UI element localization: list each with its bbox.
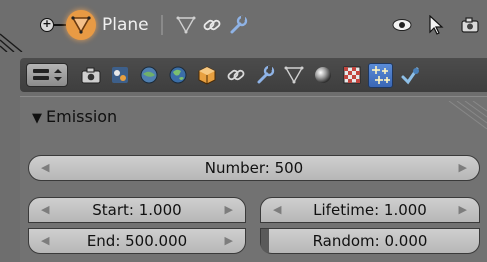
object-header: + Plane [0,0,487,54]
constraints-link-icon[interactable] [223,63,248,88]
panel-menu-icon[interactable] [26,63,68,87]
number-field[interactable]: ◀ Number: 500 ▶ [28,155,480,181]
scene-icon[interactable] [136,63,161,88]
emission-panel: ▼ Emission ◀ Number: 500 ▶ ◀ Start: 1.000… [20,96,487,262]
material-sphere-icon[interactable] [310,63,335,88]
camera-icon[interactable] [459,14,481,36]
area-split-corner-icon[interactable] [0,30,26,52]
plus-icon[interactable]: + [40,18,54,32]
header-right-icons [385,10,487,40]
eye-icon[interactable] [391,14,413,36]
decrement-arrow-icon[interactable]: ◀ [273,203,281,216]
render-layers-icon[interactable] [107,63,132,88]
increment-arrow-icon[interactable]: ▶ [459,161,467,174]
object-cube-icon[interactable] [194,63,219,88]
modifiers-wrench-icon[interactable] [252,63,277,88]
panel-title[interactable]: ▼ Emission [32,107,117,126]
mesh-data-icon[interactable] [281,63,306,88]
lifetime-field-label: Lifetime: 1.000 [313,201,427,219]
random-slider-fill [261,229,269,253]
number-field-label: Number: 500 [204,159,304,177]
object-breadcrumb: + Plane [40,8,253,42]
increment-arrow-icon[interactable]: ▶ [225,203,233,216]
properties-context-tabs [20,58,487,92]
decrement-arrow-icon[interactable]: ◀ [41,203,49,216]
start-field[interactable]: ◀ Start: 1.000 ▶ [28,197,246,223]
physics-icon[interactable] [397,63,422,88]
panel-title-label: Emission [46,107,118,126]
mesh-data-icon[interactable] [175,14,197,36]
panel-drag-handle-icon[interactable] [447,101,487,129]
render-camera-icon[interactable] [78,63,103,88]
cursor-arrow-icon[interactable] [425,14,447,36]
object-name[interactable]: Plane [102,15,149,35]
start-field-label: Start: 1.000 [92,201,182,219]
texture-checker-icon[interactable] [339,63,364,88]
end-field-label: End: 500.000 [86,232,188,250]
increment-arrow-icon[interactable]: ▶ [459,203,467,216]
emission-panel-header[interactable]: ▼ Emission [20,97,487,137]
end-field[interactable]: ◀ End: 500.000 ▶ [28,228,246,254]
random-slider[interactable]: Random: 0.000 [260,228,480,254]
mesh-object-icon[interactable] [66,10,96,40]
decrement-arrow-icon[interactable]: ◀ [41,234,49,247]
random-slider-label: Random: 0.000 [312,232,428,250]
lifetime-field[interactable]: ◀ Lifetime: 1.000 ▶ [260,197,480,223]
decrement-arrow-icon[interactable]: ◀ [41,161,49,174]
constraint-link-icon[interactable] [201,14,223,36]
connector-line [54,24,66,26]
modifier-wrench-icon[interactable] [227,14,249,36]
increment-arrow-icon[interactable]: ▶ [225,234,233,247]
collapse-triangle-icon[interactable]: ▼ [32,111,42,126]
header-separator [160,15,163,35]
particles-icon[interactable] [368,62,393,88]
world-icon[interactable] [165,63,190,88]
